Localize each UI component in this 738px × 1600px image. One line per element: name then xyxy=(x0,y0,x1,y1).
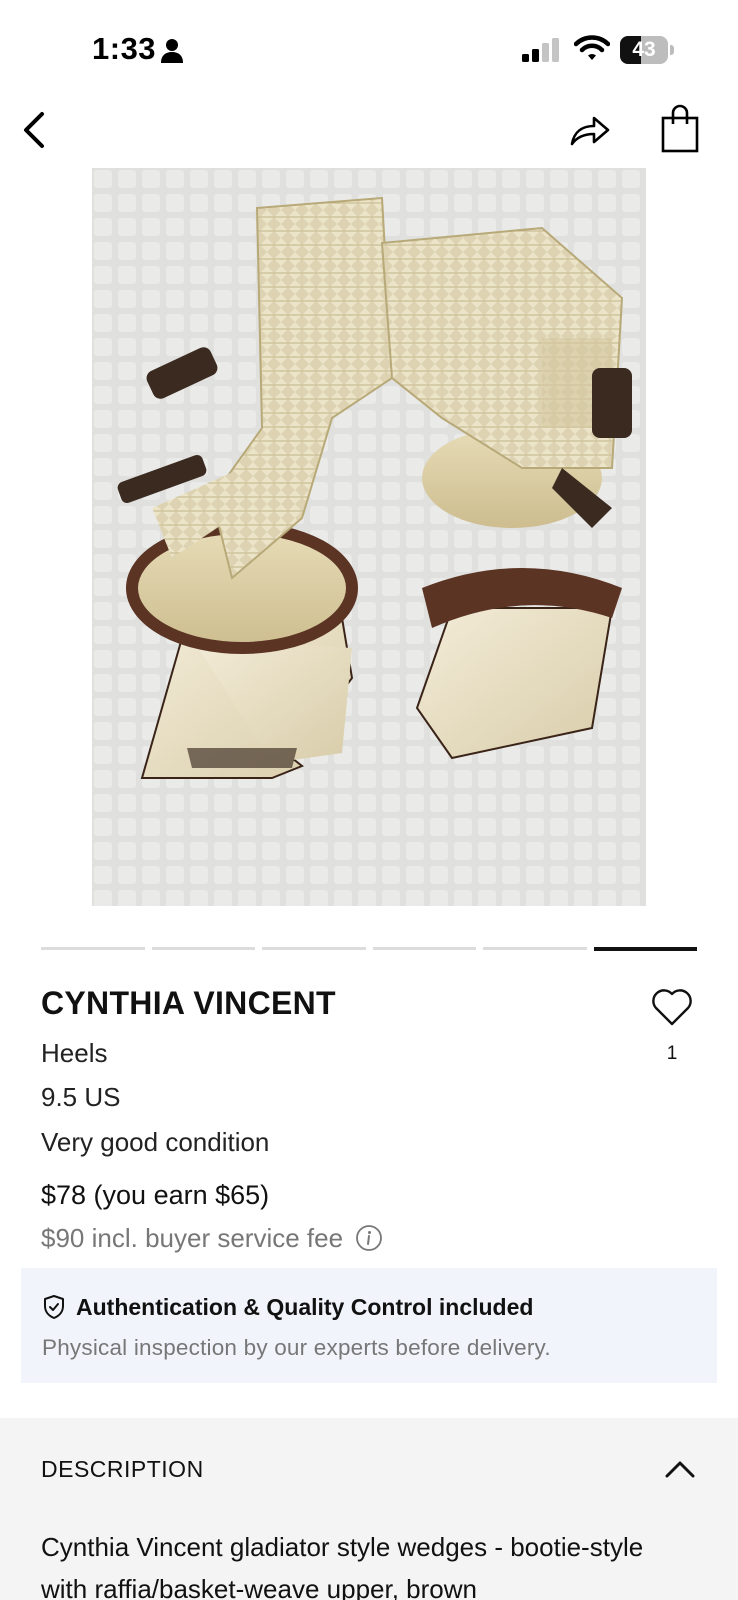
description-header[interactable]: DESCRIPTION xyxy=(41,1456,204,1483)
share-icon[interactable] xyxy=(566,106,614,154)
product-image xyxy=(92,168,646,906)
carousel-segment[interactable] xyxy=(41,947,145,950)
carousel-segment[interactable] xyxy=(372,947,476,950)
authentication-banner: Authentication & Quality Control include… xyxy=(21,1268,717,1383)
carousel-segment[interactable] xyxy=(262,947,366,950)
product-category: Heels xyxy=(41,1038,108,1068)
like-count: 1 xyxy=(666,1043,678,1064)
buyer-fee-row: $90 incl. buyer service fee xyxy=(41,1221,383,1255)
shield-check-icon xyxy=(44,1295,64,1319)
buyer-fee-text: $90 incl. buyer service fee xyxy=(41,1222,344,1253)
chevron-up-icon[interactable] xyxy=(662,1454,698,1484)
description-text: Cynthia Vincent gladiator style wedges -… xyxy=(41,1532,644,1600)
battery-icon: 43 xyxy=(620,36,674,64)
info-icon[interactable] xyxy=(355,1224,383,1252)
heart-icon[interactable] xyxy=(650,986,694,1028)
shopping-bag-icon[interactable] xyxy=(660,104,700,154)
image-carousel-indicator xyxy=(41,947,697,951)
back-arrow-icon[interactable] xyxy=(16,106,56,154)
carousel-segment[interactable] xyxy=(483,947,587,950)
product-condition: Very good condition xyxy=(41,1127,270,1157)
product-size: 9.5 US xyxy=(41,1082,121,1112)
product-price: $78 (you earn $65) xyxy=(41,1180,270,1210)
battery-percent: 43 xyxy=(632,38,656,61)
carousel-segment[interactable] xyxy=(593,947,697,951)
signal-icon xyxy=(522,38,559,62)
person-icon xyxy=(161,39,183,63)
status-time: 1:33 xyxy=(92,31,157,66)
status-bar: 1:33 43 xyxy=(0,0,738,100)
description-section: DESCRIPTION Cynthia Vincent gladiator st… xyxy=(0,1418,738,1600)
brand-name[interactable]: CYNTHIA VINCENT xyxy=(41,985,336,1022)
nav-bar xyxy=(0,100,738,160)
wifi-icon xyxy=(574,35,610,60)
product-photo[interactable] xyxy=(92,168,646,906)
authentication-subtitle: Physical inspection by our experts befor… xyxy=(42,1335,551,1360)
carousel-segment[interactable] xyxy=(151,947,255,950)
authentication-title: Authentication & Quality Control include… xyxy=(76,1294,534,1320)
